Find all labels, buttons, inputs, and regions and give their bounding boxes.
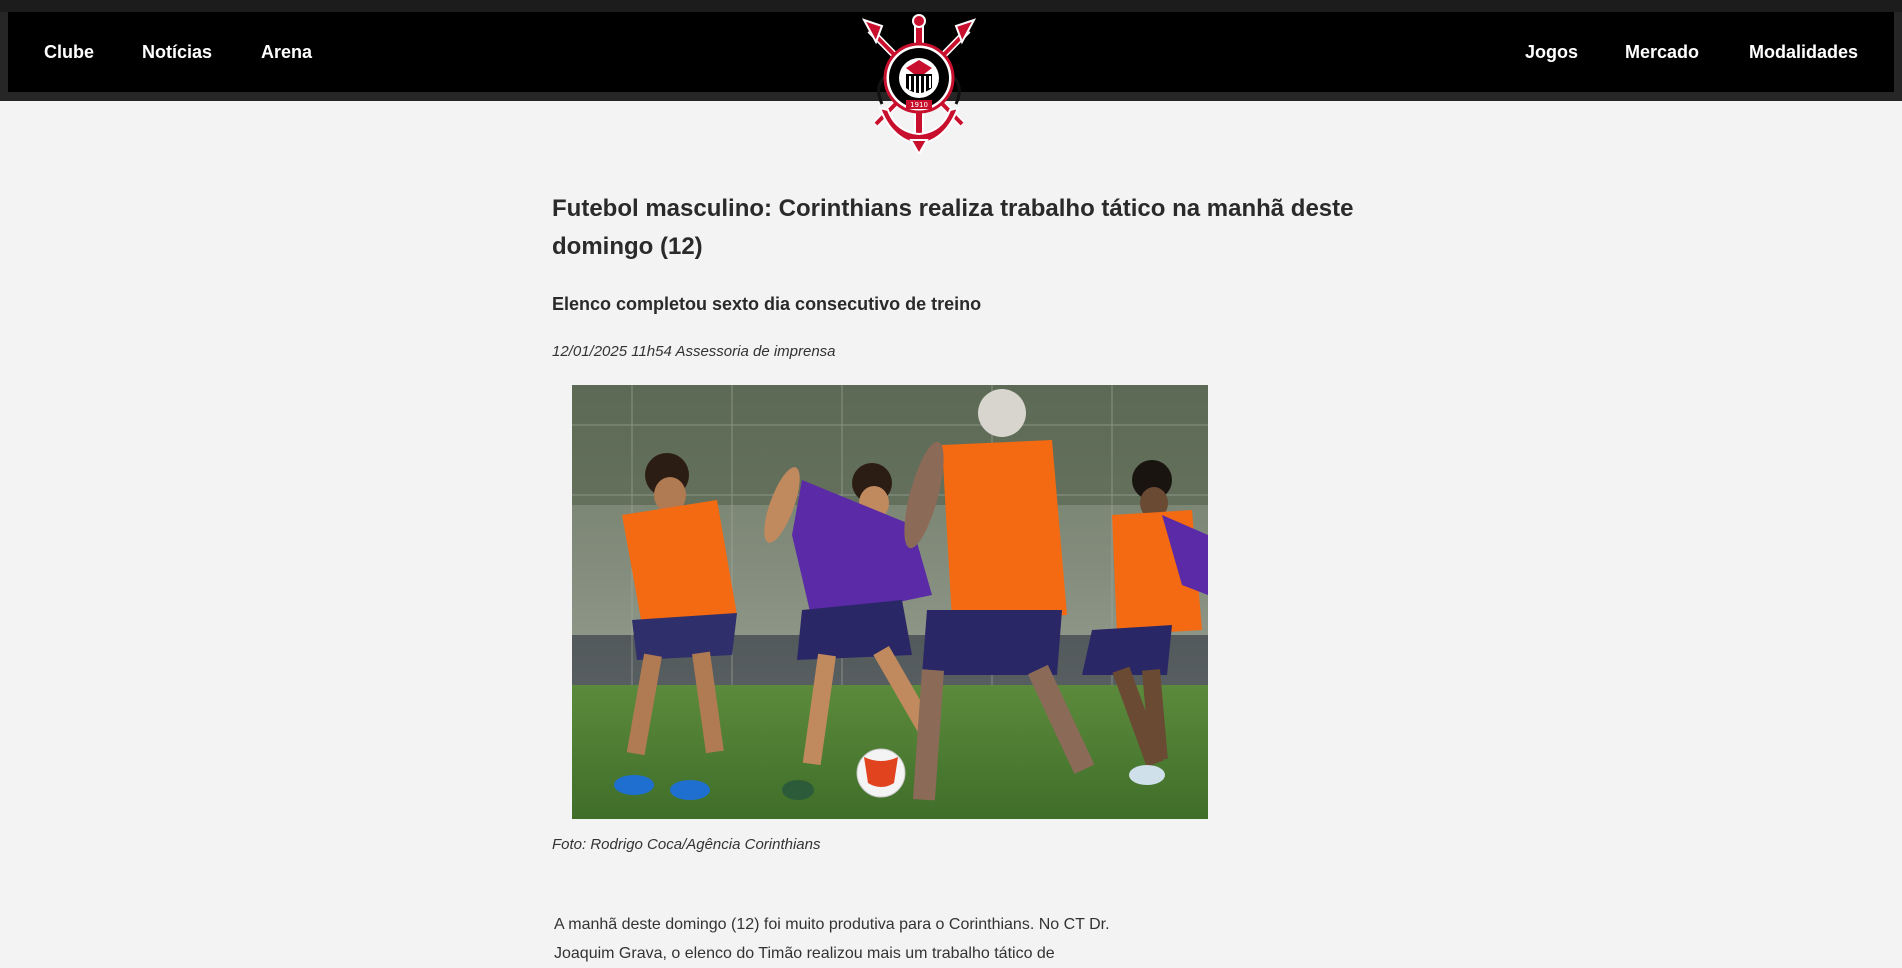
article-body: A manhã deste domingo (12) foi muito pro… (554, 916, 1110, 962)
article-meta: 12/01/2025 11h54 Assessoria de imprensa (552, 343, 836, 360)
logo-year: 1910 (910, 101, 928, 109)
nav-noticias[interactable]: Notícias (142, 12, 212, 92)
photo-caption: Foto: Rodrigo Coca/Agência Corinthians (552, 836, 821, 853)
article-photo (572, 385, 1208, 819)
article-title: Futebol masculino: Corinthians realiza t… (552, 195, 1354, 260)
nav-jogos[interactable]: Jogos (1525, 12, 1578, 92)
article: Futebol masculino: Corinthians realiza t… (552, 190, 1382, 962)
browser-top-strip (0, 0, 1902, 12)
corinthians-logo[interactable]: 1910 (861, 12, 977, 157)
nav-arena[interactable]: Arena (261, 12, 312, 92)
nav-modalidades[interactable]: Modalidades (1749, 12, 1858, 92)
article-subtitle: Elenco completou sexto dia consecutivo d… (552, 294, 982, 314)
nav-clube[interactable]: Clube (44, 12, 94, 92)
nav-mercado[interactable]: Mercado (1625, 12, 1699, 92)
